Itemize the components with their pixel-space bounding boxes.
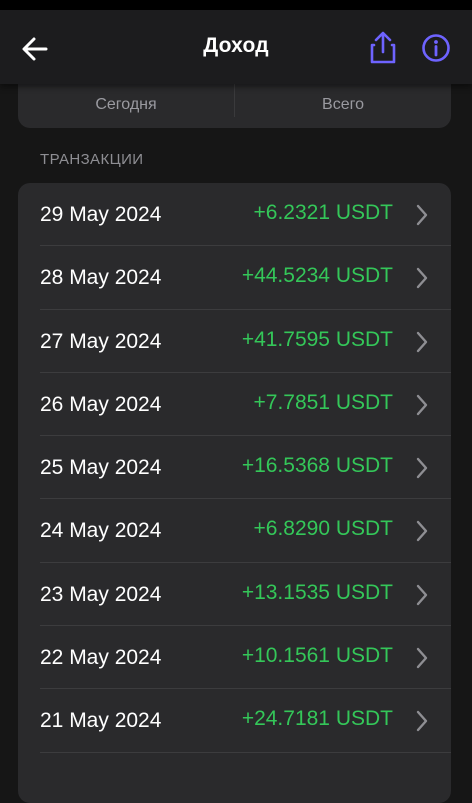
share-icon — [370, 31, 396, 64]
transaction-row[interactable]: 29 May 2024 +6.2321 USDT — [18, 183, 451, 247]
transaction-amount: +24.7181 USDT — [241, 707, 393, 731]
transaction-amount: +10.1561 USDT — [241, 644, 393, 668]
chevron-right-icon — [416, 204, 428, 226]
page-title: Доход — [203, 34, 269, 57]
top-bar: Доход — [0, 10, 472, 84]
transaction-date: 29 May 2024 — [40, 203, 162, 226]
chevron-right-icon — [416, 584, 428, 605]
summary-today-label: Сегодня — [95, 96, 157, 113]
transaction-row[interactable]: 22 May 2024 +10.1561 USDT — [18, 626, 451, 690]
transaction-date: 23 May 2024 — [40, 582, 162, 606]
transaction-amount: +6.2321 USDT — [253, 201, 394, 224]
transaction-date: 24 May 2024 — [40, 519, 162, 543]
transaction-row[interactable]: 25 May 2024 +16.5368 USDT — [18, 436, 451, 500]
transaction-amount: +6.8290 USDT — [253, 517, 394, 541]
chevron-right-icon — [416, 521, 428, 542]
chevron-right-icon — [416, 457, 428, 479]
chevron-right-icon — [416, 268, 428, 289]
transaction-row[interactable]: 24 May 2024 +6.8290 USDT — [18, 499, 451, 563]
info-icon — [422, 34, 450, 62]
transaction-date: 21 May 2024 — [40, 709, 162, 733]
chevron-right-icon — [416, 647, 428, 669]
transaction-row[interactable]: 28 May 2024 +44.5234 USDT — [18, 246, 451, 310]
transaction-amount: +7.7851 USDT — [253, 390, 394, 414]
transaction-row[interactable]: 26 May 2024 +7.7851 USDT — [18, 373, 451, 437]
share-button[interactable] — [366, 30, 400, 66]
transaction-amount: +16.5368 USDT — [241, 454, 393, 478]
chevron-right-icon — [416, 331, 428, 352]
transactions-section-title: ТРАНЗАКЦИИ — [40, 151, 144, 168]
transaction-date: 27 May 2024 — [40, 329, 162, 353]
transaction-amount: +44.5234 USDT — [241, 264, 393, 288]
transaction-row[interactable]: 21 May 2024 +24.7181 USDT — [18, 689, 451, 753]
transaction-amount: +41.7595 USDT — [241, 327, 393, 351]
status-bar — [0, 0, 472, 10]
row-divider — [40, 751, 451, 753]
transaction-date: 28 May 2024 — [40, 266, 162, 290]
summary-total-label: Всего — [322, 96, 364, 113]
transaction-date: 22 May 2024 — [40, 646, 162, 670]
transaction-row[interactable]: 27 May 2024 +41.7595 USDT — [18, 310, 451, 373]
chevron-right-icon — [416, 394, 428, 416]
info-button[interactable] — [418, 30, 454, 66]
transactions-list: 29 May 2024 +6.2321 USDT 28 May 2024 +44… — [18, 183, 451, 803]
transaction-amount: +13.1535 USDT — [241, 580, 393, 604]
chevron-right-icon — [416, 711, 428, 732]
transaction-row[interactable]: 23 May 2024 +13.1535 USDT — [18, 563, 451, 627]
transaction-date: 25 May 2024 — [40, 456, 162, 480]
transaction-date: 26 May 2024 — [40, 392, 162, 416]
